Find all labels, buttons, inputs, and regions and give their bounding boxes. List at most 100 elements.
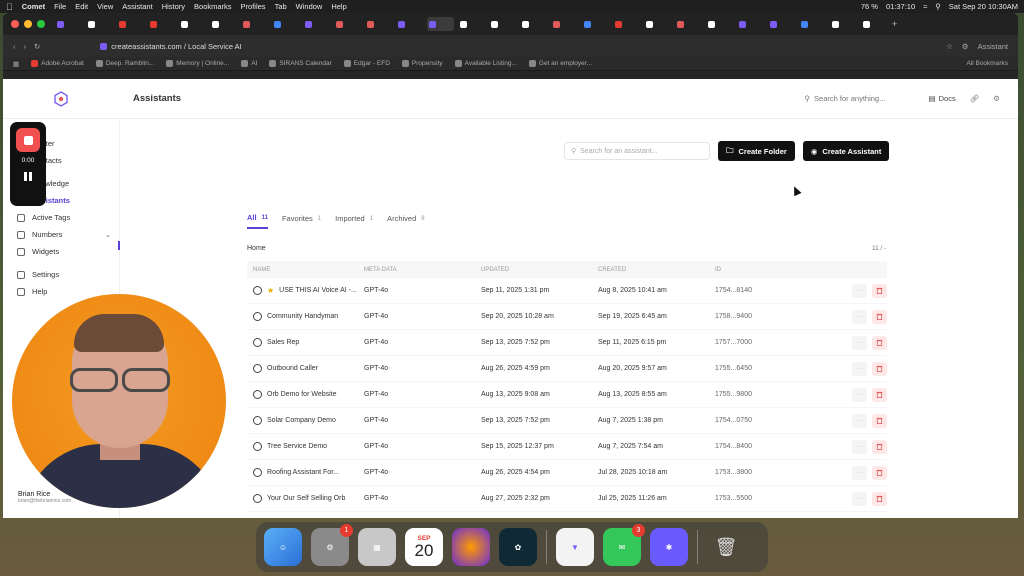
menu-tab[interactable]: Tab (275, 2, 287, 11)
menu-history[interactable]: History (162, 2, 185, 11)
chevron-down-icon[interactable]: ⌄ (105, 231, 111, 239)
assistant-button[interactable]: Assistant (978, 42, 1008, 51)
bookmark-item[interactable]: Available Listing... (454, 60, 517, 67)
table-row[interactable]: Your Our Self Selling Orb GPT-4o Aug 27, 2… (247, 486, 887, 512)
bookmark-item[interactable]: SIRANS Calendar (269, 60, 332, 67)
delete-button[interactable] (872, 439, 887, 454)
sidebar-item-settings[interactable]: Settings (17, 266, 119, 283)
more-options-button[interactable]: ··· (852, 387, 867, 402)
menu-window[interactable]: Window (296, 2, 323, 11)
messages-icon[interactable]: ✉ 3 (603, 524, 645, 566)
forward-icon[interactable]: › (24, 42, 27, 51)
browser-tab[interactable] (117, 17, 144, 31)
bookmark-item[interactable]: AI (241, 60, 257, 67)
delete-button[interactable] (872, 309, 887, 324)
bookmark-item[interactable]: Get an employer... (528, 60, 592, 67)
browser-tab[interactable] (365, 17, 392, 31)
browser-tab[interactable] (799, 17, 826, 31)
browser-tab[interactable] (55, 17, 82, 31)
menu-profiles[interactable]: Profiles (241, 2, 266, 11)
tab-archived[interactable]: Archived 8 (387, 213, 425, 229)
column-created[interactable]: CREATED (598, 267, 715, 273)
webcam-bubble[interactable] (12, 294, 226, 508)
browser-tab-active[interactable] (427, 17, 454, 31)
column-id[interactable]: ID (715, 267, 832, 273)
status-timer[interactable]: 01:37:10 (886, 2, 915, 11)
browser-tab[interactable] (303, 17, 330, 31)
table-row[interactable]: Orb Demo for Website GPT-4o Aug 13, 2025 9… (247, 382, 887, 408)
stop-record-button[interactable] (16, 128, 40, 152)
minimize-icon[interactable] (24, 20, 32, 28)
wifi-icon[interactable]: ≈ (923, 2, 927, 11)
menu-bookmarks[interactable]: Bookmarks (194, 2, 232, 11)
finder-icon[interactable]: ☺ (264, 528, 302, 566)
app-logo[interactable] (3, 90, 118, 107)
bookmark-item[interactable]: Edgar - EFD (343, 60, 390, 67)
tab-imported[interactable]: Imported 1 (335, 213, 373, 229)
app-menu[interactable]: Comet (22, 2, 45, 11)
tab-favorites[interactable]: Favorites 1 (282, 213, 321, 229)
table-row[interactable]: Solar Company Demo GPT-4o Sep 13, 2025 7:5… (247, 408, 887, 434)
browser-tab[interactable] (768, 17, 795, 31)
column-name[interactable]: NAME (247, 267, 364, 273)
link-icon[interactable]: 🔗︎ (970, 94, 980, 103)
zoom-icon[interactable] (37, 20, 45, 28)
extensions-icon[interactable]: ⚙ (962, 42, 969, 51)
browser-tab[interactable] (210, 17, 237, 31)
browser-tab[interactable] (241, 17, 268, 31)
bookmark-item[interactable]: Memory | Online... (166, 60, 229, 67)
more-options-button[interactable]: ··· (852, 439, 867, 454)
browser-tab[interactable] (396, 17, 423, 31)
browser-tab[interactable] (520, 17, 547, 31)
browser-tab[interactable] (272, 17, 299, 31)
back-icon[interactable]: ‹ (13, 42, 16, 51)
table-row[interactable]: Roofing Assistant For... GPT-4o Aug 26, 20… (247, 460, 887, 486)
table-row[interactable]: Community Handyman GPT-4o Sep 20, 2025 10:… (247, 304, 887, 330)
browser-tab[interactable] (148, 17, 175, 31)
browser-tab[interactable] (830, 17, 857, 31)
close-icon[interactable] (11, 20, 19, 28)
apple-icon[interactable]:  (6, 2, 13, 12)
create-assistant-button[interactable]: ◉ Create Assistant (802, 141, 890, 161)
table-row[interactable]: Tree Service Demo GPT-4o Sep 15, 2025 12:3… (247, 434, 887, 460)
browser-tab[interactable] (644, 17, 671, 31)
browser-tab[interactable] (613, 17, 640, 31)
browser-tab[interactable] (86, 17, 113, 31)
more-options-button[interactable]: ··· (852, 413, 867, 428)
create-folder-button[interactable]: 🗀︎ Create Folder (718, 141, 795, 161)
trash-icon[interactable]: 🗑︎ (707, 528, 745, 566)
bookmark-item[interactable]: Deep. Ramblin... (95, 60, 154, 67)
browser-tab[interactable] (179, 17, 206, 31)
more-options-button[interactable]: ··· (852, 309, 867, 324)
delete-button[interactable] (872, 335, 887, 350)
delete-button[interactable] (872, 387, 887, 402)
bookmark-star-icon[interactable]: ☆ (946, 42, 953, 51)
global-search-input[interactable] (814, 94, 905, 103)
breadcrumb[interactable]: Home (247, 245, 266, 252)
pause-icon[interactable] (24, 172, 32, 181)
browser-tab[interactable] (489, 17, 516, 31)
delete-button[interactable] (872, 283, 887, 298)
browser-tab[interactable] (737, 17, 764, 31)
reload-icon[interactable]: ↻ (34, 42, 40, 51)
new-tab-icon[interactable]: + (892, 19, 897, 29)
table-row[interactable]: Outbound Caller GPT-4o Aug 26, 2025 4:59 p… (247, 356, 887, 382)
apps-icon[interactable]: ▦ (13, 60, 19, 68)
browser-tab[interactable] (551, 17, 578, 31)
browser-tab[interactable] (334, 17, 361, 31)
table-row[interactable]: Sales Rep GPT-4o Sep 13, 2025 7:52 pm Sep 1… (247, 330, 887, 356)
sparkle-app-icon[interactable]: ✱ (650, 528, 688, 566)
more-options-button[interactable]: ··· (852, 361, 867, 376)
comet-browser-icon[interactable]: ✿ (499, 528, 537, 566)
menu-edit[interactable]: Edit (75, 2, 88, 11)
delete-button[interactable] (872, 413, 887, 428)
launchpad-icon[interactable]: ▦ (358, 528, 396, 566)
menu-file[interactable]: File (54, 2, 66, 11)
all-bookmarks[interactable]: All Bookmarks (966, 60, 1008, 67)
assistant-search[interactable]: ⚲ Search for an assistant... (564, 142, 710, 160)
column-meta[interactable]: META DATA (364, 267, 481, 273)
more-options-button[interactable]: ··· (852, 465, 867, 480)
url-field[interactable]: createassistants.com / Local Service AI (100, 42, 242, 51)
delete-button[interactable] (872, 491, 887, 506)
sidebar-item-widgets[interactable]: Widgets (17, 243, 119, 260)
